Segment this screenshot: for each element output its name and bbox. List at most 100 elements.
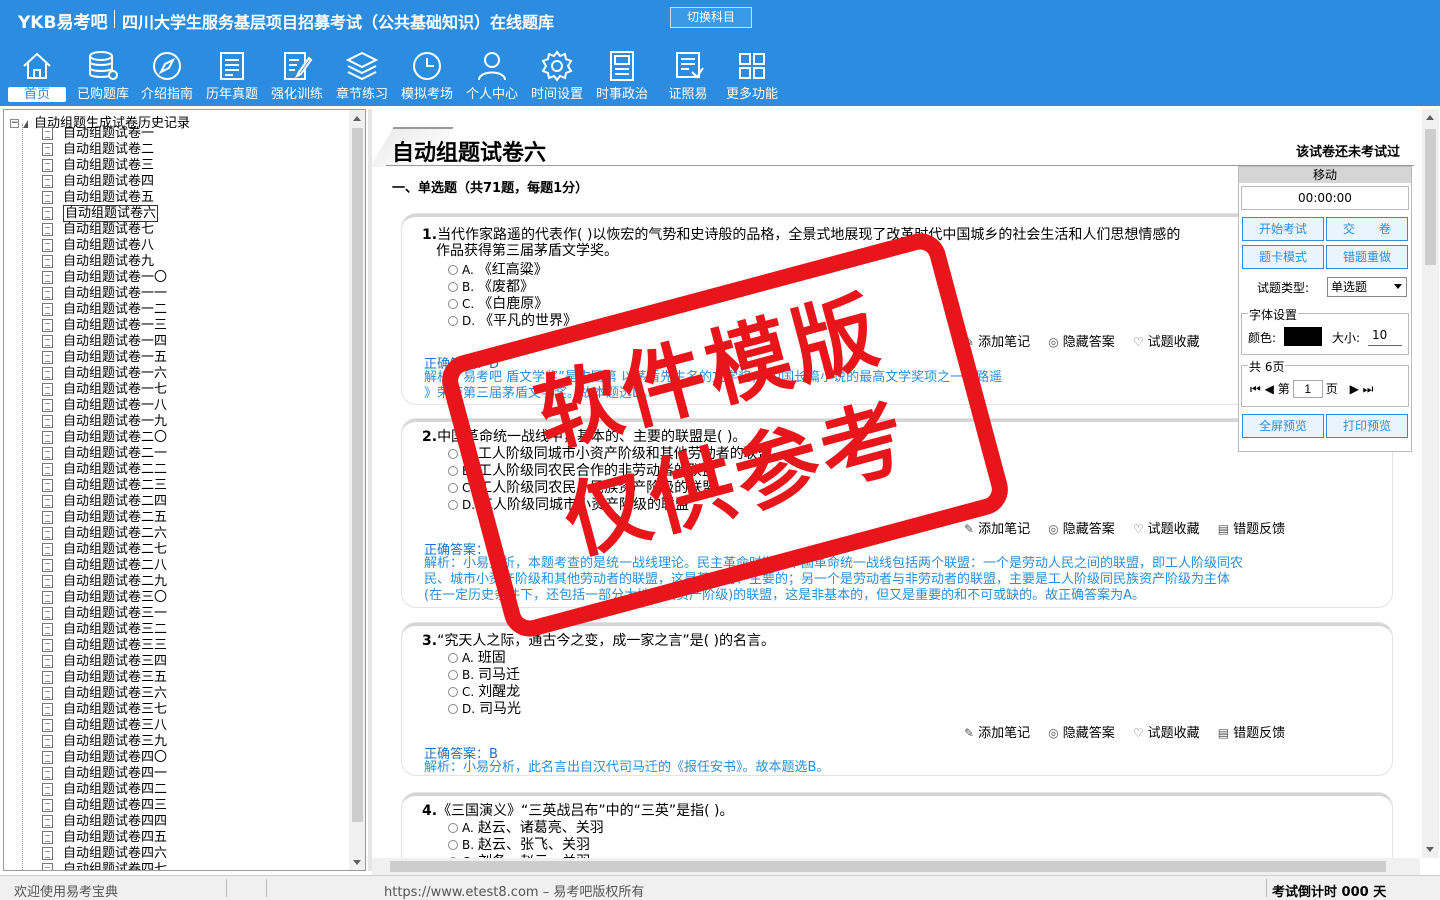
radio-button[interactable] bbox=[448, 316, 458, 326]
hide-answer-button[interactable]: ◎ 隐藏答案 bbox=[1048, 335, 1115, 350]
favorite-button[interactable]: ♡ 试题收藏 bbox=[1133, 726, 1200, 741]
tree-item[interactable]: 自动组题试卷二三 bbox=[42, 478, 167, 494]
radio-button[interactable] bbox=[448, 449, 458, 459]
radio-button[interactable] bbox=[448, 466, 458, 476]
question-type-select[interactable]: 单选题 bbox=[1327, 277, 1407, 297]
exam-control-panel[interactable]: 移动 00:00:00 开始考试 交 卷 题卡模式 错题重做 试题类型: 单选题… bbox=[1238, 166, 1412, 452]
radio-button[interactable] bbox=[448, 653, 458, 663]
paper-history-tree[interactable]: − 自动组题生成试卷历史记录 自动组题试卷一 自动组题试卷二 自动组题试卷三 自动组题试… bbox=[3, 109, 366, 871]
add-note-button[interactable]: ✎ 添加笔记 bbox=[964, 335, 1030, 350]
tree-item[interactable]: 自动组题试卷二二 bbox=[42, 462, 167, 478]
tree-vertical-scrollbar[interactable] bbox=[349, 110, 365, 870]
hide-answer-button[interactable]: ◎ 隐藏答案 bbox=[1048, 726, 1115, 741]
page-number-input[interactable] bbox=[1292, 380, 1323, 398]
tree-item[interactable]: 自动组题试卷七 bbox=[42, 222, 167, 238]
favorite-button[interactable]: ♡ 试题收藏 bbox=[1133, 335, 1200, 350]
fullscreen-preview-button[interactable]: 全屏预览 bbox=[1242, 414, 1324, 438]
tree-item[interactable]: 自动组题试卷一三 bbox=[42, 318, 167, 334]
scroll-up-icon[interactable] bbox=[353, 116, 361, 121]
scroll-up-icon[interactable] bbox=[1426, 115, 1434, 120]
tree-item[interactable]: 自动组题试卷二四 bbox=[42, 494, 167, 510]
font-size-input[interactable]: 10 bbox=[1368, 328, 1402, 346]
option-a[interactable]: A. 《红高粱》 bbox=[448, 262, 548, 279]
option-b[interactable]: B. 司马迁 bbox=[448, 667, 520, 684]
tree-scroll-thumb[interactable] bbox=[352, 128, 363, 822]
tree-item[interactable]: 自动组题试卷四四 bbox=[42, 814, 167, 830]
paper-horizontal-scrollbar[interactable] bbox=[372, 858, 1420, 875]
collapse-icon[interactable]: − bbox=[10, 119, 19, 128]
nav-home[interactable]: 首页 bbox=[4, 44, 70, 106]
option-c[interactable]: C. 刘醒龙 bbox=[448, 684, 520, 701]
tree-item[interactable]: 自动组题试卷二五 bbox=[42, 510, 167, 526]
tree-item[interactable]: 自动组题试卷一九 bbox=[42, 414, 167, 430]
report-error-button[interactable]: ▤ 错题反馈 bbox=[1218, 726, 1285, 741]
submit-paper-button[interactable]: 交 卷 bbox=[1326, 217, 1408, 241]
tree-item[interactable]: 自动组题试卷二七 bbox=[42, 542, 167, 558]
tree-item[interactable]: 自动组题试卷二 bbox=[42, 142, 167, 158]
nav-chapter-practice[interactable]: 章节练习 bbox=[329, 44, 395, 106]
tree-item[interactable]: 自动组题试卷二八 bbox=[42, 558, 167, 574]
scroll-down-icon[interactable] bbox=[1426, 847, 1434, 852]
tree-item[interactable]: 自动组题试卷一四 bbox=[42, 334, 167, 350]
option-a[interactable]: A. 班固 bbox=[448, 650, 506, 667]
radio-button[interactable] bbox=[448, 687, 458, 697]
switch-subject-button[interactable]: 切换科目 bbox=[670, 7, 752, 28]
tree-item[interactable]: 自动组题试卷一八 bbox=[42, 398, 167, 414]
tree-item[interactable]: 自动组题试卷五 bbox=[42, 190, 167, 206]
tree-item[interactable]: 自动组题试卷一七 bbox=[42, 382, 167, 398]
last-page-icon[interactable]: ⏭ bbox=[1363, 382, 1374, 396]
nav-certificate[interactable]: 证照易 bbox=[655, 44, 721, 106]
nav-more-features[interactable]: 更多功能 bbox=[719, 44, 785, 106]
card-mode-button[interactable]: 题卡模式 bbox=[1242, 245, 1324, 269]
tree-item[interactable]: 自动组题试卷三 bbox=[42, 158, 167, 174]
option-d[interactable]: D. 《平凡的世界》 bbox=[448, 313, 577, 330]
nav-past-exams[interactable]: 历年真题 bbox=[199, 44, 265, 106]
radio-button[interactable] bbox=[448, 483, 458, 493]
tree-item[interactable]: 自动组题试卷四七 bbox=[42, 862, 167, 870]
tree-item[interactable]: 自动组题试卷一六 bbox=[42, 366, 167, 382]
tree-item[interactable]: 自动组题试卷三九 bbox=[42, 734, 167, 750]
tree-item[interactable]: 自动组题试卷四 bbox=[42, 174, 167, 190]
nav-guide[interactable]: 介绍指南 bbox=[134, 44, 200, 106]
paper-scroll-thumb[interactable] bbox=[1425, 129, 1436, 265]
panel-move-handle[interactable]: 移动 bbox=[1239, 167, 1411, 183]
tree-item[interactable]: 自动组题试卷三七 bbox=[42, 702, 167, 718]
tree-item[interactable]: 自动组题试卷三八 bbox=[42, 718, 167, 734]
tree-item[interactable]: 自动组题试卷三五 bbox=[42, 670, 167, 686]
radio-button[interactable] bbox=[448, 823, 458, 833]
tree-item[interactable]: 自动组题试卷二六 bbox=[42, 526, 167, 542]
tree-item[interactable]: 自动组题试卷六 bbox=[42, 205, 167, 222]
tree-item[interactable]: 自动组题试卷一〇 bbox=[42, 270, 167, 286]
radio-button[interactable] bbox=[448, 500, 458, 510]
add-note-button[interactable]: ✎ 添加笔记 bbox=[964, 522, 1030, 537]
tree-item[interactable]: 自动组题试卷三四 bbox=[42, 654, 167, 670]
hide-answer-button[interactable]: ◎ 隐藏答案 bbox=[1048, 522, 1115, 537]
radio-button[interactable] bbox=[448, 840, 458, 850]
tree-item[interactable]: 自动组题试卷四二 bbox=[42, 782, 167, 798]
tree-item[interactable]: 自动组题试卷一 bbox=[42, 126, 167, 142]
nav-purchased-bank[interactable]: 已购题库 bbox=[70, 44, 136, 106]
add-note-button[interactable]: ✎ 添加笔记 bbox=[964, 726, 1030, 741]
next-page-icon[interactable]: ▶ bbox=[1350, 382, 1359, 396]
paper-vertical-scrollbar[interactable] bbox=[1422, 109, 1439, 858]
option-b[interactable]: B. 赵云、张飞、关羽 bbox=[448, 837, 590, 854]
tree-item[interactable]: 自动组题试卷九 bbox=[42, 254, 167, 270]
tree-item[interactable]: 自动组题试卷四一 bbox=[42, 766, 167, 782]
radio-button[interactable] bbox=[448, 670, 458, 680]
prev-page-icon[interactable]: ◀ bbox=[1265, 382, 1274, 396]
report-error-button[interactable]: ▤ 错题反馈 bbox=[1218, 522, 1285, 537]
first-page-icon[interactable]: ⏮ bbox=[1250, 382, 1261, 396]
radio-button[interactable] bbox=[448, 704, 458, 714]
nav-time-settings[interactable]: 时间设置 bbox=[524, 44, 590, 106]
start-exam-button[interactable]: 开始考试 bbox=[1242, 217, 1324, 241]
tree-item[interactable]: 自动组题试卷八 bbox=[42, 238, 167, 254]
radio-button[interactable] bbox=[448, 282, 458, 292]
nav-personal-center[interactable]: 个人中心 bbox=[459, 44, 525, 106]
tree-item[interactable]: 自动组题试卷三〇 bbox=[42, 590, 167, 606]
option-b[interactable]: B. 《废都》 bbox=[448, 279, 534, 296]
tree-item[interactable]: 自动组题试卷一五 bbox=[42, 350, 167, 366]
tree-item[interactable]: 自动组题试卷三二 bbox=[42, 622, 167, 638]
print-preview-button[interactable]: 打印预览 bbox=[1326, 414, 1408, 438]
tree-item[interactable]: 自动组题试卷四三 bbox=[42, 798, 167, 814]
tree-item[interactable]: 自动组题试卷三一 bbox=[42, 606, 167, 622]
